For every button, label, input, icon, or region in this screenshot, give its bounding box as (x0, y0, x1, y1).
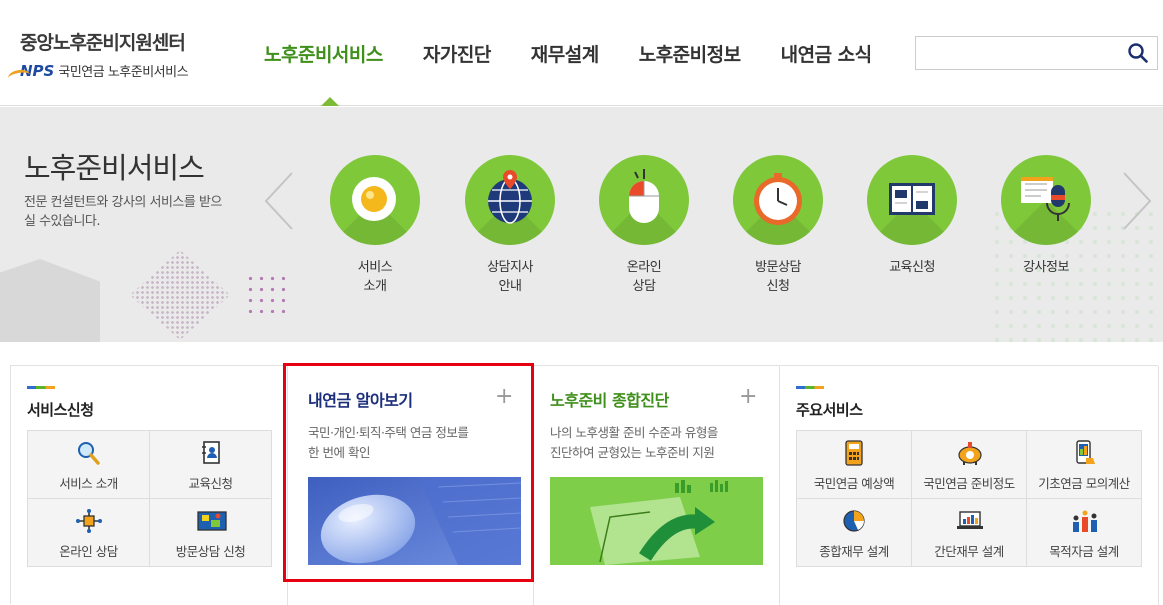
nav-self-diagnosis[interactable]: 자가진단 (423, 40, 491, 67)
banner-description: 전문 컨설턴트와 강사의 서비스를 받으실 수있습니다. (24, 195, 222, 229)
service-label: 교육신청 (889, 260, 935, 275)
title-accent-bar (796, 386, 824, 389)
active-nav-indicator (321, 97, 339, 106)
nps-logo: NPS (20, 61, 55, 80)
service-apply-panel: 서비스신청 서비스 소개 교육신청 온라인 상담 방문상담 신청 (11, 366, 288, 605)
contact-book-icon (197, 440, 225, 466)
grid-item-label: 서비스 소개 (59, 476, 118, 491)
plus-icon[interactable]: + (739, 386, 757, 408)
retirement-diagnosis-title[interactable]: 노후준비 종합진단 (550, 387, 669, 411)
grid-item-label: 목적자금 설계 (1049, 544, 1119, 559)
search-input[interactable] (916, 37, 1116, 69)
search-icon[interactable] (1127, 42, 1149, 64)
grid-item-label: 교육신청 (188, 476, 233, 491)
nav-financial-planning[interactable]: 재무설계 (531, 40, 599, 67)
selection-highlight-box (283, 363, 534, 582)
logo-subtitle: NPS 국민연금 노후준비서비스 (20, 61, 220, 81)
visit-consult-link[interactable]: 방문상담 신청 (150, 499, 272, 567)
visit-consult-item[interactable]: 방문상담 신청 (733, 155, 823, 296)
network-icon (75, 508, 103, 534)
site-logo[interactable]: 중앙노후준비지원센터 NPS 국민연금 노후준비서비스 (20, 28, 220, 81)
pie-chart-icon (840, 508, 868, 534)
main-services-title: 주요서비스 (796, 401, 863, 419)
service-intro-link[interactable]: 서비스 소개 (28, 431, 150, 499)
education-apply-item[interactable]: 교육신청 (867, 155, 957, 277)
main-services-grid: 국민연금 예상액 국민연금 준비정도 기초연금 모의계산 종합재무 설계 간단재… (796, 430, 1142, 567)
laptop-chart-icon (955, 508, 983, 534)
pension-readiness-link[interactable]: 국민연금 준비정도 (912, 431, 1027, 499)
service-label: 방문상담 신청 (755, 260, 801, 294)
magnifier-icon (75, 440, 103, 466)
egg-plate-icon (352, 177, 396, 221)
search-box (915, 36, 1158, 70)
retirement-diagnosis-description: 나의 노후생활 준비 수준과 유형을 진단하여 균형있는 노후준비 지원 (550, 425, 718, 460)
phone-hand-icon (1070, 440, 1098, 466)
main-nav: 노후준비서비스 자가진단 재무설계 노후준비정보 내연금 소식 (264, 40, 912, 67)
banner-title: 노후준비서비스 (24, 151, 205, 185)
chart-photo-thumbnail[interactable] (550, 477, 763, 565)
basic-pension-calc-link[interactable]: 기초연금 모의계산 (1027, 431, 1142, 499)
microphone-icon (1021, 177, 1070, 221)
service-label: 상담지사 안내 (487, 260, 533, 294)
service-intro-item[interactable]: 서비스 소개 (330, 155, 420, 296)
grid-item-label: 온라인 상담 (59, 544, 118, 559)
site-header: 중앙노후준비지원센터 NPS 국민연금 노후준비서비스 노후준비서비스 자가진단… (0, 0, 1163, 106)
nav-retirement-info[interactable]: 노후준비정보 (639, 40, 741, 67)
title-accent-bar (27, 386, 55, 389)
purpose-fund-link[interactable]: 목적자금 설계 (1027, 499, 1142, 567)
main-services-panel: 주요서비스 국민연금 예상액 국민연금 준비정도 기초연금 모의계산 종합재무 … (780, 366, 1159, 605)
mouse-icon (629, 169, 659, 223)
map-icon (196, 508, 227, 534)
logo-title: 중앙노후준비지원센터 (20, 32, 186, 54)
online-consult-item[interactable]: 온라인 상담 (599, 155, 689, 296)
nav-retirement-service[interactable]: 노후준비서비스 (264, 40, 383, 67)
grid-item-label: 기초연금 모의계산 (1038, 476, 1130, 491)
comprehensive-finance-link[interactable]: 종합재무 설계 (797, 499, 912, 567)
nav-pension-news[interactable]: 내연금 소식 (781, 40, 873, 67)
grid-item-label: 간단재무 설계 (934, 544, 1004, 559)
retirement-diagnosis-panel[interactable]: 노후준비 종합진단 + 나의 노후생활 준비 수준과 유형을 진단하여 균형있는… (534, 366, 780, 605)
simple-finance-link[interactable]: 간단재무 설계 (912, 499, 1027, 567)
decorative-dot-grid (245, 273, 293, 313)
service-apply-grid: 서비스 소개 교육신청 온라인 상담 방문상담 신청 (27, 430, 272, 567)
chevron-right-icon[interactable] (1120, 171, 1154, 231)
calculator-icon (840, 440, 868, 466)
online-consult-link[interactable]: 온라인 상담 (28, 499, 150, 567)
grid-item-label: 방문상담 신청 (175, 544, 246, 559)
instructor-info-item[interactable]: 강사정보 (1001, 155, 1091, 277)
service-label: 강사정보 (1023, 260, 1069, 275)
logo-sub-text: 국민연금 노후준비서비스 (58, 65, 189, 80)
book-icon (889, 183, 935, 215)
service-label: 온라인 상담 (626, 260, 662, 294)
service-label: 서비스 소개 (357, 260, 393, 294)
globe-pin-icon (488, 170, 532, 224)
decorative-hexagon (0, 259, 100, 342)
education-apply-link[interactable]: 교육신청 (150, 431, 272, 499)
service-apply-title: 서비스신청 (27, 401, 94, 419)
grid-item-label: 종합재무 설계 (819, 544, 889, 559)
service-banner: 노후준비서비스 전문 컨설턴트와 강사의 서비스를 받으실 수있습니다. 서비스… (0, 107, 1163, 342)
bar-figures-icon (1070, 508, 1098, 534)
piggy-bank-icon (955, 440, 983, 466)
content-panels: 서비스신청 서비스 소개 교육신청 온라인 상담 방문상담 신청 내연금 알아보… (10, 365, 1159, 605)
branch-guide-item[interactable]: 상담지사 안내 (465, 155, 555, 296)
chevron-left-icon[interactable] (262, 171, 296, 231)
clock-icon (754, 173, 802, 225)
decorative-dot-diamond (130, 250, 230, 340)
pension-estimate-link[interactable]: 국민연금 예상액 (797, 431, 912, 499)
grid-item-label: 국민연금 준비정도 (923, 476, 1015, 491)
grid-item-label: 국민연금 예상액 (813, 476, 895, 491)
